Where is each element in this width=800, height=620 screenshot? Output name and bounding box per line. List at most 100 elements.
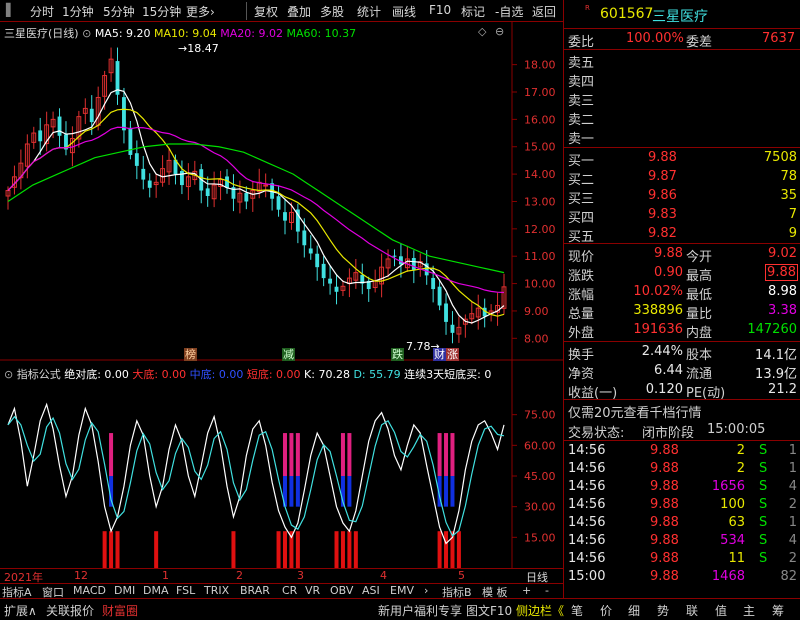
kline-svg[interactable]: 8.00 9.00 10.00 11.00 12.00 13.00 14.00 15.00 16… — [0, 22, 563, 568]
tab-shi[interactable]: 势 — [657, 602, 669, 619]
stat-label: 换手 — [568, 348, 595, 363]
promo-link[interactable]: 仅需20元查看千档行情 — [568, 402, 702, 421]
draw-line-button[interactable]: 画线 — [392, 3, 416, 20]
expand-button[interactable]: 扩展∧ — [4, 602, 37, 619]
candle-body — [38, 130, 43, 142]
tab-obv[interactable]: OBV — [330, 584, 353, 597]
wealth-circle-tab[interactable]: 财富圈 — [102, 602, 138, 619]
stat-value: 6.44 — [654, 363, 683, 378]
candle-body — [308, 248, 313, 254]
ask2-row[interactable]: 卖二 — [564, 108, 800, 128]
bid-row[interactable]: 买四 9.83 7 — [564, 206, 800, 226]
multi-stock-button[interactable]: 多股 — [320, 3, 344, 20]
add-indicator-button[interactable]: + — [522, 584, 531, 597]
weibi-value: 100.00% — [626, 31, 684, 46]
sidebar-toggle[interactable]: 侧边栏《 — [516, 602, 564, 619]
tab-trix[interactable]: TRIX — [204, 584, 229, 597]
mark-button[interactable]: 标记 — [461, 3, 485, 20]
tab-scroll-icon[interactable]: › — [424, 584, 428, 597]
price-tick-label: 16.00 — [524, 113, 556, 126]
tab-bi[interactable]: 笔 — [571, 602, 583, 619]
big-bottom-bar — [437, 433, 442, 476]
tab-lian[interactable]: 联 — [686, 602, 698, 619]
r-badge: R — [585, 4, 590, 12]
ask1-row[interactable]: 卖一 — [564, 127, 800, 147]
tab-xi[interactable]: 细 — [628, 602, 640, 619]
price-tick-label: 11.00 — [524, 250, 556, 263]
fuquan-button[interactable]: 复权 — [254, 3, 278, 20]
signal-die[interactable]: 跌 — [391, 348, 404, 361]
tab-dma[interactable]: DMA — [143, 584, 169, 597]
xaxis-dec-label: 12 — [74, 569, 88, 582]
stat-value: 2.44% — [641, 344, 683, 359]
tick-volume: 1656 — [711, 479, 745, 494]
tick-count: 2 — [788, 497, 797, 512]
candle-body — [179, 171, 184, 186]
ask4-row[interactable]: 卖四 — [564, 70, 800, 90]
tab-cr[interactable]: CR — [282, 584, 297, 597]
tick-count: 4 — [788, 479, 797, 494]
signal-bang[interactable]: 榜 — [184, 348, 197, 361]
tab-fsl[interactable]: FSL — [176, 584, 195, 597]
tab-1min[interactable]: 1分钟 — [62, 3, 94, 20]
promo-row[interactable]: 仅需20元查看千档行情 — [564, 401, 800, 421]
bid-row[interactable]: 买一 9.88 7508 — [564, 149, 800, 169]
tab-15min[interactable]: 15分钟 — [142, 3, 181, 20]
f10-button[interactable]: F10 — [429, 3, 451, 17]
indicator-tab-bar: 指标A 窗口 MACD DMI DMA FSL TRIX BRAR CR VR … — [0, 583, 563, 599]
stat-label: 涨幅 — [568, 288, 595, 303]
indicator-title[interactable]: 指标公式 — [17, 368, 61, 381]
tab-macd[interactable]: MACD — [73, 584, 106, 597]
tick-volume: 2 — [736, 461, 745, 476]
tab-emv[interactable]: EMV — [390, 584, 414, 597]
tab-jia[interactable]: 价 — [600, 602, 612, 619]
tick-count: 1 — [788, 515, 797, 530]
candle-body — [244, 193, 249, 202]
related-quote-tab[interactable]: 关联报价 — [46, 602, 94, 619]
mid-bottom-bar — [444, 476, 449, 507]
tab-brar[interactable]: BRAR — [240, 584, 270, 597]
short-bottom-value: 短底: 0.00 — [246, 368, 301, 381]
ask3-row[interactable]: 卖三 — [564, 89, 800, 109]
big-bottom-bar — [109, 433, 114, 476]
tab-asi[interactable]: ASI — [362, 584, 380, 597]
overlay-button[interactable]: 叠加 — [287, 3, 311, 20]
kline-chart-area[interactable]: 8.00 9.00 10.00 11.00 12.00 13.00 14.00 15.00 16… — [0, 22, 563, 568]
stats-button[interactable]: 统计 — [357, 3, 381, 20]
bid-row[interactable]: 买三 9.86 35 — [564, 187, 800, 207]
stat2-row: 换手 2.44% 股本 14.1亿 — [564, 343, 800, 363]
tab-dmi[interactable]: DMI — [114, 584, 135, 597]
tab-zhu[interactable]: 主 — [743, 602, 755, 619]
tab-zhi[interactable]: 值 — [715, 602, 727, 619]
candle-body — [147, 180, 152, 188]
tab-vr[interactable]: VR — [305, 584, 320, 597]
tick-count: 1 — [788, 461, 797, 476]
tab-chou[interactable]: 筹 — [772, 602, 784, 619]
bid-volume: 78 — [780, 169, 797, 184]
f10-chart-tab[interactable]: 图文F10 — [466, 602, 512, 619]
price-tick-label: 17.00 — [524, 86, 556, 99]
new-user-promo[interactable]: 新用户福利专享 — [378, 602, 462, 619]
diamond-icon[interactable]: ◇ — [478, 25, 486, 38]
signal-zhang[interactable]: 涨 — [446, 348, 459, 361]
tab-fenshi[interactable]: 分时 — [30, 3, 54, 20]
bid-price: 9.87 — [648, 169, 677, 184]
signal-cai[interactable]: 财 — [433, 348, 446, 361]
signal-jian[interactable]: 减 — [282, 348, 295, 361]
tick-volume: 534 — [720, 533, 745, 548]
back-button[interactable]: 返回 — [532, 3, 556, 20]
ask5-row[interactable]: 卖五 — [564, 51, 800, 71]
xaxis-apr-label: 4 — [380, 569, 387, 582]
bid-row[interactable]: 买五 9.82 9 — [564, 225, 800, 245]
period-label: (日线) — [48, 27, 79, 40]
tab-5min[interactable]: 5分钟 — [103, 3, 135, 20]
self-select-button[interactable]: -自选 — [495, 3, 523, 20]
indicator-menu-icon[interactable]: ⊙ — [4, 368, 13, 381]
collapse-icon[interactable]: ⊖ — [495, 25, 504, 38]
legend-menu-icon[interactable]: ⊙ — [82, 27, 91, 40]
bid-row[interactable]: 买二 9.87 78 — [564, 168, 800, 188]
stat-row: 涨跌 0.90 最高 9.88 — [564, 264, 800, 284]
bid-volume: 7508 — [763, 150, 797, 165]
remove-indicator-button[interactable]: - — [545, 584, 549, 597]
tab-more[interactable]: 更多› — [186, 3, 215, 20]
